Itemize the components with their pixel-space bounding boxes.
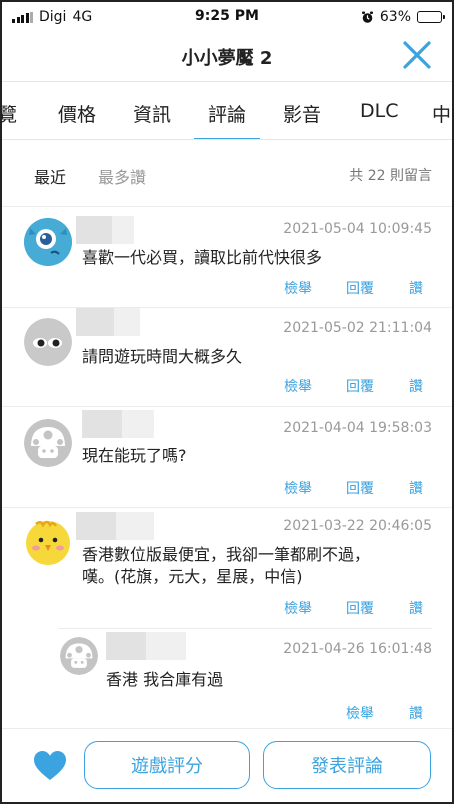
comment-timestamp: 2021-05-04 10:09:45 xyxy=(283,221,432,237)
page-title: 小小夢魘 2 xyxy=(181,48,273,69)
close-icon[interactable] xyxy=(402,40,432,70)
comment-item: 2021-05-02 21:11:04 請問遊玩時間大概多久 檢舉 回覆 讚 xyxy=(2,308,452,407)
avatar[interactable] xyxy=(24,419,72,467)
comment-item: 2021-05-04 10:09:45 喜歡一代必買，讀取比前代快很多 檢舉 回… xyxy=(2,208,452,308)
reply-text: 香港 我合庫有過 xyxy=(106,670,224,689)
like-button[interactable]: 讚 xyxy=(409,278,423,298)
tab-media[interactable]: 影音 xyxy=(283,100,321,127)
grey-mushroom-avatar-icon xyxy=(24,419,72,467)
report-button[interactable]: 檢舉 xyxy=(284,278,312,298)
battery-icon xyxy=(417,11,445,23)
like-button[interactable]: 讚 xyxy=(409,598,423,618)
comment-text: 香港數位版最便宜，我卻一筆都刷不過， 嘆。(花旗，元大，星展，中信) xyxy=(82,544,432,588)
username-placeholder xyxy=(76,216,134,244)
report-button[interactable]: 檢舉 xyxy=(346,703,374,723)
reply-button[interactable]: 回覆 xyxy=(346,598,374,618)
heart-icon[interactable] xyxy=(32,748,68,784)
tab-info[interactable]: 資訊 xyxy=(133,100,171,127)
username-placeholder xyxy=(76,512,154,540)
comment-item: 2021-03-22 20:46:05 香港數位版最便宜，我卻一筆都刷不過， 嘆… xyxy=(2,508,452,628)
tab-dlc[interactable]: DLC xyxy=(360,100,398,122)
grey-eyes-avatar-icon xyxy=(24,318,72,366)
rate-game-button[interactable]: 遊戲評分 xyxy=(84,741,250,789)
battery-percent: 63% xyxy=(379,9,411,25)
tab-more[interactable]: 中 xyxy=(432,100,451,127)
comment-text: 喜歡一代必買，讀取比前代快很多 xyxy=(82,248,323,267)
avatar[interactable] xyxy=(24,318,72,366)
report-button[interactable]: 檢舉 xyxy=(284,598,312,618)
comment-timestamp: 2021-05-02 21:11:04 xyxy=(283,320,432,336)
alarm-icon xyxy=(361,11,373,23)
tab-reviews[interactable]: 評論 xyxy=(193,100,261,139)
comment-count: 共 22 則留言 xyxy=(349,168,432,184)
username-placeholder xyxy=(76,308,140,336)
reply-item: 2021-04-26 16:01:48 香港 我合庫有過 檢舉 讚 xyxy=(58,628,432,732)
app-frame: Digi 4G 9:25 PM 63% 小小夢魘 2 覽 價格 資訊 評論 影音… xyxy=(0,0,454,804)
avatar[interactable] xyxy=(60,637,98,675)
sort-most-liked[interactable]: 最多讚 xyxy=(98,164,146,188)
username-placeholder xyxy=(82,410,154,438)
blue-monster-avatar-icon xyxy=(24,218,72,266)
bottom-bar: 遊戲評分 發表評論 xyxy=(2,728,452,802)
yellow-chick-avatar-icon xyxy=(26,520,70,565)
comment-timestamp: 2021-04-04 19:58:03 xyxy=(283,420,432,436)
tab-bar: 覽 價格 資訊 評論 影音 DLC 中 xyxy=(2,82,452,140)
like-button[interactable]: 讚 xyxy=(409,376,423,396)
header: 小小夢魘 2 xyxy=(2,32,452,82)
comment-text-line: 嘆。(花旗，元大，星展，中信) xyxy=(82,567,303,586)
post-comment-button[interactable]: 發表評論 xyxy=(263,741,431,789)
reply-button[interactable]: 回覆 xyxy=(346,478,374,498)
username-placeholder xyxy=(106,632,186,660)
like-button[interactable]: 讚 xyxy=(409,703,423,723)
comment-text: 請問遊玩時間大概多久 xyxy=(82,347,243,366)
report-button[interactable]: 檢舉 xyxy=(284,376,312,396)
status-bar: Digi 4G 9:25 PM 63% xyxy=(2,2,452,32)
sort-bar: 最近 最多讚 共 22 則留言 xyxy=(2,140,452,207)
comment-text-line: 香港數位版最便宜，我卻一筆都刷不過， xyxy=(82,545,371,564)
comment-text: 現在能玩了嗎? xyxy=(82,446,187,465)
comment-timestamp: 2021-03-22 20:46:05 xyxy=(283,518,432,534)
avatar[interactable] xyxy=(24,518,72,566)
grey-mushroom-avatar-icon xyxy=(60,637,98,675)
reply-button[interactable]: 回覆 xyxy=(346,278,374,298)
reply-timestamp: 2021-04-26 16:01:48 xyxy=(283,641,432,657)
avatar[interactable] xyxy=(24,218,72,266)
reply-button[interactable]: 回覆 xyxy=(346,376,374,396)
comment-item: 2021-04-04 19:58:03 現在能玩了嗎? 檢舉 回覆 讚 xyxy=(2,407,452,508)
report-button[interactable]: 檢舉 xyxy=(284,478,312,498)
sort-recent[interactable]: 最近 xyxy=(34,164,66,188)
like-button[interactable]: 讚 xyxy=(409,478,423,498)
tab-overview[interactable]: 覽 xyxy=(2,100,17,127)
tab-price[interactable]: 價格 xyxy=(58,100,96,127)
